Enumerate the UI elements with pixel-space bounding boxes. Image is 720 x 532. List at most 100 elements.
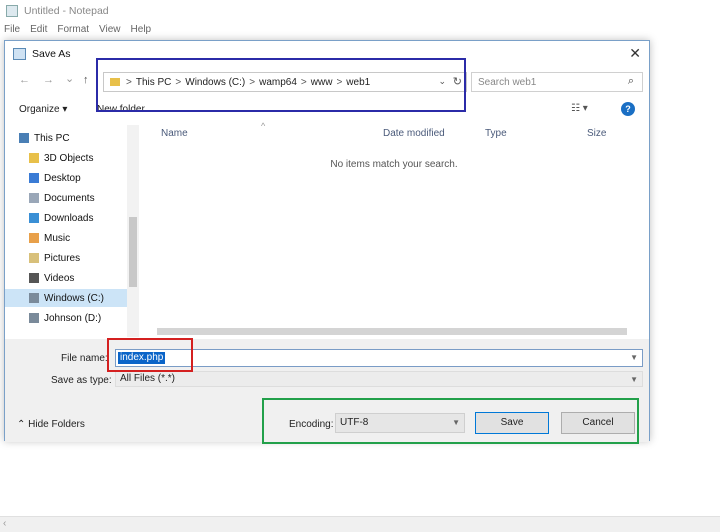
back-icon[interactable]: ← xyxy=(19,74,30,86)
sidebar-item-label: Johnson (D:) xyxy=(44,312,102,324)
encoding-label: Encoding: xyxy=(289,419,334,430)
breadcrumb-www[interactable]: www xyxy=(311,77,333,88)
address-bar[interactable]: > This PC > Windows (C:) > wamp64 > www … xyxy=(103,72,467,92)
pc-icon xyxy=(19,133,29,143)
menu-file[interactable]: File xyxy=(4,24,20,40)
scroll-left-icon[interactable]: ‹ xyxy=(3,518,6,529)
folder-icon xyxy=(29,253,39,263)
breadcrumb-this-pc[interactable]: This PC xyxy=(136,77,172,88)
notepad-horizontal-scrollbar[interactable]: ‹ xyxy=(0,516,720,532)
scrollbar-thumb[interactable] xyxy=(157,328,627,335)
menu-format[interactable]: Format xyxy=(57,24,89,40)
breadcrumb-wamp64[interactable]: wamp64 xyxy=(259,77,297,88)
notepad-title-bar: Untitled - Notepad xyxy=(0,0,720,22)
breadcrumb-separator: > xyxy=(300,76,307,88)
forward-icon[interactable]: → xyxy=(43,74,54,86)
breadcrumb-separator: > xyxy=(336,76,343,88)
sidebar-item-label: Music xyxy=(44,232,71,244)
sidebar-item-label: This PC xyxy=(34,132,70,144)
file-name-value[interactable]: index.php xyxy=(118,352,166,364)
sort-caret-icon: ^ xyxy=(261,121,266,131)
encoding-value: UTF-8 xyxy=(340,417,369,428)
dialog-title-bar: Save As xyxy=(5,41,649,67)
breadcrumb-separator: > xyxy=(126,76,132,88)
breadcrumb-web1[interactable]: web1 xyxy=(346,77,370,88)
recent-locations-icon[interactable]: ⌄ xyxy=(65,72,74,85)
search-input[interactable]: Search web1 ⌕ xyxy=(471,72,643,92)
notepad-icon xyxy=(6,5,18,17)
save-as-type-value: All Files (*.*) xyxy=(120,373,176,384)
sidebar-item-label: Videos xyxy=(44,272,75,284)
drive-icon xyxy=(29,293,39,303)
file-list: Name ^ Date modified Type Size No items … xyxy=(141,121,647,337)
command-toolbar: Organize ▾ New folder ☷ ▾ ? xyxy=(5,99,649,121)
sidebar-item-pictures[interactable]: Pictures xyxy=(5,249,127,267)
sidebar-item-this-pc[interactable]: This PC xyxy=(5,129,127,147)
column-header-type[interactable]: Type xyxy=(485,128,507,139)
folder-icon xyxy=(110,78,120,86)
navigation-pane-scrollbar[interactable] xyxy=(127,125,139,337)
file-name-field[interactable]: index.php ▼ xyxy=(115,349,643,367)
sidebar-item-documents[interactable]: Documents xyxy=(5,189,127,207)
chevron-down-icon[interactable]: ▼ xyxy=(630,353,638,362)
sidebar-item-label: Windows (C:) xyxy=(44,292,105,304)
folder-icon xyxy=(29,173,39,183)
drive-icon xyxy=(29,313,39,323)
organize-button[interactable]: Organize ▾ xyxy=(19,104,67,115)
folder-icon xyxy=(29,193,39,203)
save-button[interactable]: Save xyxy=(475,412,549,434)
notepad-menu-bar: File Edit Format View Help xyxy=(0,24,151,40)
chevron-down-icon[interactable]: ▼ xyxy=(630,373,638,387)
menu-edit[interactable]: Edit xyxy=(30,24,47,40)
sidebar-item-windows-c[interactable]: Windows (C:) xyxy=(5,289,127,307)
new-folder-button[interactable]: New folder xyxy=(97,104,145,115)
save-as-type-label: Save as type: xyxy=(51,375,112,386)
sidebar-item-downloads[interactable]: Downloads xyxy=(5,209,127,227)
close-icon[interactable]: ✕ xyxy=(629,45,641,62)
sidebar-item-label: Documents xyxy=(44,192,95,204)
dialog-title: Save As xyxy=(32,48,71,60)
file-name-label: File name: xyxy=(61,353,108,364)
view-options-button[interactable]: ☷ ▾ xyxy=(571,103,588,114)
folder-icon xyxy=(29,233,39,243)
column-header-name[interactable]: Name xyxy=(161,128,188,139)
chevron-down-icon[interactable]: ▼ xyxy=(452,414,460,432)
column-header-date-modified[interactable]: Date modified xyxy=(383,128,445,139)
menu-help[interactable]: Help xyxy=(131,24,152,40)
sidebar-item-3d-objects[interactable]: 3D Objects xyxy=(5,149,127,167)
sidebar-item-johnson-d[interactable]: Johnson (D:) xyxy=(5,309,127,327)
search-icon[interactable]: ⌕ xyxy=(628,75,634,88)
save-as-dialog: Save As ✕ ← → ⌄ ↑ > This PC > Windows (C… xyxy=(4,40,650,442)
hide-folders-button[interactable]: ⌃ Hide Folders xyxy=(17,419,85,430)
folder-icon xyxy=(29,273,39,283)
empty-message: No items match your search. xyxy=(330,159,458,170)
breadcrumb-windows-c[interactable]: Windows (C:) xyxy=(185,77,245,88)
up-icon[interactable]: ↑ xyxy=(83,74,89,86)
save-as-icon xyxy=(13,48,26,60)
breadcrumb-separator: > xyxy=(249,76,256,88)
dialog-footer: File name: index.php ▼ Save as type: All… xyxy=(5,339,649,442)
search-placeholder: Search web1 xyxy=(478,76,537,88)
column-header-size[interactable]: Size xyxy=(587,128,606,139)
notepad-title: Untitled - Notepad xyxy=(24,5,109,17)
navigation-row: ← → ⌄ ↑ > This PC > Windows (C:) > wamp6… xyxy=(5,69,649,95)
sidebar-item-videos[interactable]: Videos xyxy=(5,269,127,287)
sidebar-item-label: 3D Objects xyxy=(44,152,94,164)
sidebar-item-label: Pictures xyxy=(44,252,81,264)
file-list-horizontal-scrollbar[interactable] xyxy=(141,325,647,337)
encoding-select[interactable]: UTF-8 ▼ xyxy=(335,413,465,433)
sidebar-item-desktop[interactable]: Desktop xyxy=(5,169,127,187)
cancel-button[interactable]: Cancel xyxy=(561,412,635,434)
folder-icon xyxy=(29,213,39,223)
sidebar-item-music[interactable]: Music xyxy=(5,229,127,247)
help-icon[interactable]: ? xyxy=(621,102,635,116)
save-as-type-select[interactable]: All Files (*.*) ▼ xyxy=(115,371,643,387)
breadcrumb-separator: > xyxy=(175,76,182,88)
sidebar-item-label: Desktop xyxy=(44,172,81,184)
refresh-icon[interactable]: ↻ xyxy=(453,75,462,88)
scrollbar-thumb[interactable] xyxy=(129,217,137,287)
menu-view[interactable]: View xyxy=(99,24,121,40)
chevron-down-icon[interactable]: ⌄ xyxy=(438,76,446,87)
sidebar-item-label: Downloads xyxy=(44,212,94,224)
navigation-pane: This PC 3D Objects Desktop Documents Downloa… xyxy=(5,125,139,337)
